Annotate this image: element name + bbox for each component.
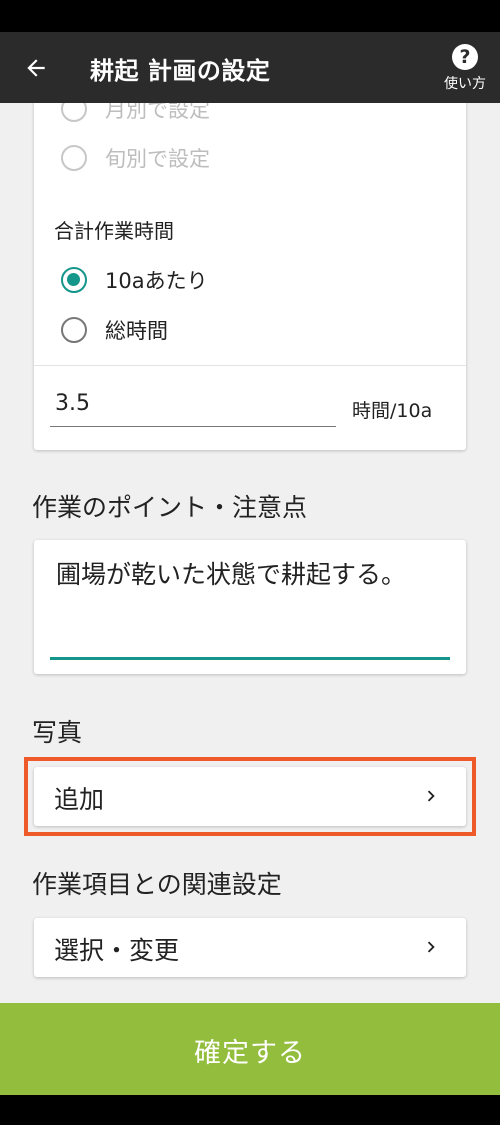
hours-unit-label: 時間/10a [352, 400, 433, 422]
confirm-button[interactable]: 確定する [0, 1003, 500, 1095]
hours-input-value: 3.5 [55, 391, 90, 416]
work-time-settings-card: 月別で設定 旬別で設定 合計作業時間 10aあたり 総時間 3.5 時間/10a [34, 78, 466, 450]
radio-total-time-button[interactable] [61, 317, 87, 343]
notes-field[interactable]: 圃場が乾いた状態で耕起する。 [34, 540, 466, 674]
highlight-box [24, 757, 476, 836]
help-label: 使い方 [444, 76, 486, 92]
chevron-right-icon [427, 941, 435, 953]
back-arrow-icon [27, 59, 45, 77]
page-title: 耕起 計画の設定 [90, 57, 271, 85]
radio-per-10a-label: 10aあたり [105, 269, 208, 293]
radio-per-10a[interactable]: 10aあたり [34, 257, 466, 301]
radio-10day-button[interactable] [61, 145, 87, 171]
hours-input[interactable]: 3.5 [50, 385, 336, 427]
divider [34, 365, 466, 366]
notes-section-title: 作業のポイント・注意点 [32, 493, 308, 522]
select-change-button[interactable]: 選択・変更 [34, 918, 466, 977]
radio-10day-label: 旬別で設定 [105, 147, 210, 171]
related-section-title: 作業項目との関連設定 [32, 870, 282, 899]
back-button[interactable] [10, 42, 62, 94]
total-work-time-label: 合計作業時間 [54, 219, 174, 243]
confirm-label: 確定する [194, 1038, 306, 1069]
radio-total-time-label: 総時間 [105, 319, 168, 343]
radio-total-time[interactable]: 総時間 [34, 307, 466, 351]
screen: 月別で設定 旬別で設定 合計作業時間 10aあたり 総時間 3.5 時間/10a… [0, 0, 500, 1125]
photo-section-title: 写真 [32, 718, 83, 747]
navigation-bar [0, 1095, 500, 1125]
radio-10day[interactable]: 旬別で設定 [34, 135, 466, 179]
radio-per-10a-button[interactable] [61, 267, 87, 293]
notes-underline [50, 657, 450, 660]
notes-text: 圃場が乾いた状態で耕起する。 [56, 560, 407, 589]
status-bar [0, 0, 500, 32]
help-icon: ? [452, 44, 478, 70]
app-bar: 耕起 計画の設定 ? 使い方 [0, 32, 500, 103]
help-button[interactable]: ? 使い方 [434, 40, 496, 100]
select-change-label: 選択・変更 [54, 936, 180, 965]
